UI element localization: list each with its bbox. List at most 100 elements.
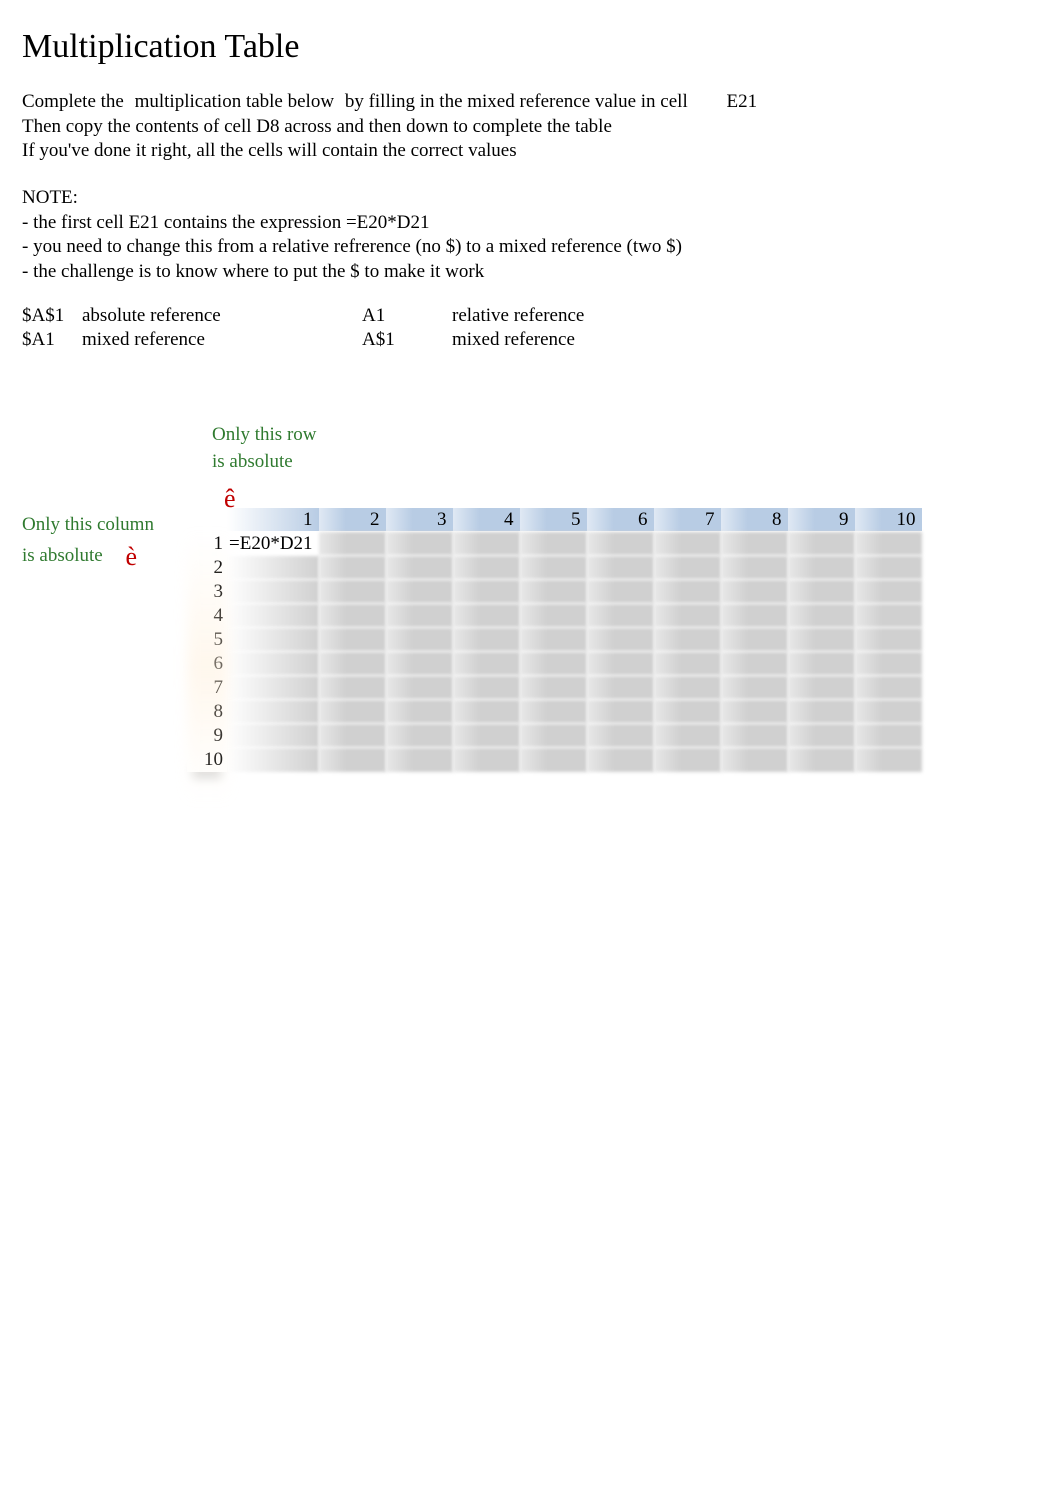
table-cell[interactable] [721,604,788,628]
table-cell[interactable] [319,652,386,676]
table-cell[interactable] [227,724,319,748]
table-cell[interactable] [520,724,587,748]
table-cell[interactable] [227,748,319,772]
table-cell[interactable] [386,652,453,676]
table-cell[interactable] [788,748,855,772]
table-cell[interactable] [855,652,922,676]
table-cell[interactable] [721,724,788,748]
table-cell[interactable] [520,652,587,676]
table-cell[interactable] [654,604,721,628]
table-cell[interactable] [453,676,520,700]
table-cell[interactable] [319,580,386,604]
table-cell[interactable] [587,676,654,700]
table-cell[interactable] [587,628,654,652]
table-cell[interactable] [319,700,386,724]
table-cell[interactable] [227,556,319,580]
table-cell[interactable] [453,628,520,652]
table-cell[interactable] [587,604,654,628]
table-cell[interactable] [386,628,453,652]
table-cell[interactable] [453,604,520,628]
table-cell[interactable] [227,628,319,652]
table-cell[interactable] [453,700,520,724]
table-cell[interactable] [855,604,922,628]
table-cell[interactable] [654,652,721,676]
table-cell[interactable] [721,748,788,772]
table-cell[interactable] [520,580,587,604]
table-cell[interactable] [386,676,453,700]
table-cell[interactable] [453,748,520,772]
table-cell[interactable] [721,676,788,700]
table-cell[interactable] [453,580,520,604]
table-cell[interactable] [721,628,788,652]
table-cell[interactable] [386,532,453,556]
table-cell[interactable] [227,580,319,604]
table-cell[interactable] [654,532,721,556]
table-cell[interactable] [587,532,654,556]
table-cell[interactable] [855,628,922,652]
table-cell[interactable] [654,628,721,652]
table-cell[interactable] [855,556,922,580]
table-cell[interactable] [721,700,788,724]
table-cell[interactable] [855,724,922,748]
table-cell[interactable] [587,652,654,676]
table-cell[interactable] [319,628,386,652]
table-cell[interactable] [520,604,587,628]
table-cell[interactable] [654,700,721,724]
table-cell[interactable] [788,580,855,604]
table-cell[interactable] [788,652,855,676]
table-cell[interactable] [855,676,922,700]
table-cell[interactable] [227,700,319,724]
table-cell[interactable] [654,556,721,580]
table-cell[interactable] [520,748,587,772]
formula-cell[interactable]: =E20*D21 [227,532,319,556]
table-cell[interactable] [654,748,721,772]
table-cell[interactable] [319,532,386,556]
table-cell[interactable] [654,724,721,748]
table-cell[interactable] [319,748,386,772]
table-cell[interactable] [654,676,721,700]
table-cell[interactable] [227,652,319,676]
table-cell[interactable] [587,700,654,724]
table-cell[interactable] [520,628,587,652]
table-cell[interactable] [855,580,922,604]
table-cell[interactable] [386,580,453,604]
table-cell[interactable] [721,652,788,676]
table-cell[interactable] [386,556,453,580]
table-cell[interactable] [520,556,587,580]
table-cell[interactable] [788,556,855,580]
table-cell[interactable] [721,532,788,556]
table-cell[interactable] [319,724,386,748]
table-cell[interactable] [788,676,855,700]
table-cell[interactable] [587,580,654,604]
table-cell[interactable] [520,532,587,556]
table-cell[interactable] [453,532,520,556]
table-cell[interactable] [319,604,386,628]
table-cell[interactable] [721,580,788,604]
table-cell[interactable] [587,724,654,748]
table-cell[interactable] [386,604,453,628]
table-cell[interactable] [520,676,587,700]
table-cell[interactable] [319,676,386,700]
table-cell[interactable] [386,748,453,772]
table-cell[interactable] [721,556,788,580]
table-cell[interactable] [855,748,922,772]
table-cell[interactable] [319,556,386,580]
table-cell[interactable] [587,556,654,580]
table-cell[interactable] [386,724,453,748]
table-cell[interactable] [386,700,453,724]
table-cell[interactable] [788,700,855,724]
table-cell[interactable] [453,556,520,580]
table-cell[interactable] [453,652,520,676]
table-cell[interactable] [855,700,922,724]
table-cell[interactable] [453,724,520,748]
table-cell[interactable] [855,532,922,556]
table-cell[interactable] [227,604,319,628]
table-cell[interactable] [788,724,855,748]
table-cell[interactable] [520,700,587,724]
table-cell[interactable] [788,604,855,628]
table-cell[interactable] [654,580,721,604]
table-cell[interactable] [587,748,654,772]
table-cell[interactable] [227,676,319,700]
table-cell[interactable] [788,628,855,652]
table-cell[interactable] [788,532,855,556]
